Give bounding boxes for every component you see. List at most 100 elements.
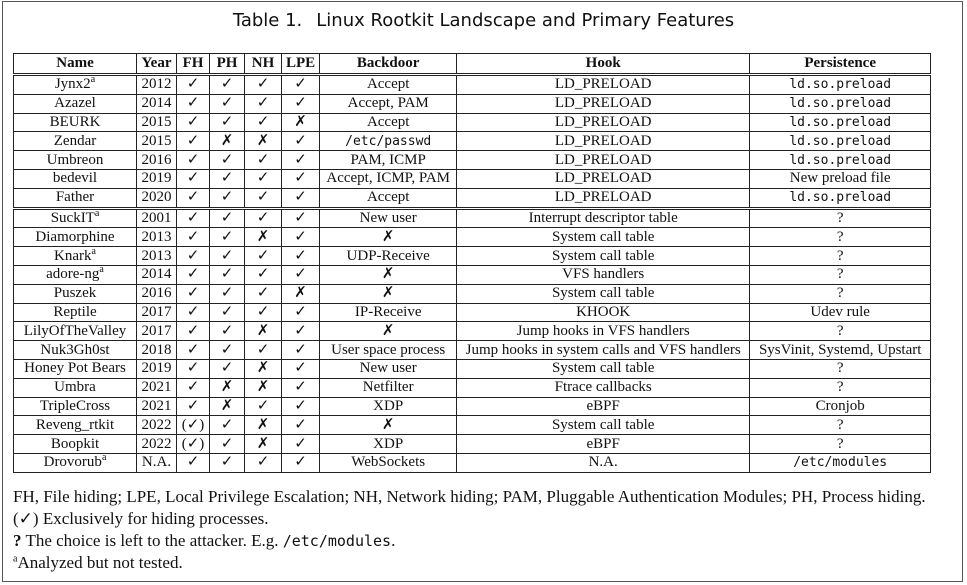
footnote-marker: a	[90, 74, 96, 86]
cell-persistence: New preload file	[749, 168, 932, 189]
table-row: Zendar 2015 ✓ ✗ ✗ ✓/etc/passwd LD_PRELOAD ld.so…	[13, 131, 932, 152]
table-row: Puszek 2016 ✓ ✓ ✓ ✗ ✗ System call table?	[13, 283, 932, 304]
cell-fh: ✓	[176, 112, 210, 133]
cell-hook: Jump hooks in VFS handlers	[456, 321, 751, 342]
cell-name: LilyOfTheValley	[13, 321, 137, 342]
cell-ph: ✓	[209, 283, 245, 304]
cell-fh: ✓	[176, 321, 210, 342]
cell-fh: ✓	[176, 187, 210, 209]
cell-fh: (✓)	[176, 434, 210, 454]
cell-backdoor: ✗	[319, 415, 458, 436]
cell-lpe: ✓	[280, 415, 321, 436]
cell-name: Honey Pot Bears	[13, 358, 137, 379]
table-row: Honey Pot Bears 2019 ✓ ✓ ✗ ✓ New user System ca…	[13, 358, 932, 379]
cell-ph: ✓	[209, 302, 245, 323]
cell-ph: ✓	[209, 93, 245, 114]
cell-ph: ✓	[209, 264, 245, 285]
cell-lpe: ✓	[280, 396, 321, 417]
col-fh: FH	[176, 53, 210, 75]
cell-backdoor: Accept	[319, 112, 458, 133]
cell-name: Drovoruba	[13, 453, 137, 473]
cell-backdoor: Accept, PAM	[319, 93, 458, 114]
cell-fh: ✓	[176, 93, 210, 114]
cell-ph: ✓	[209, 168, 245, 189]
footnote-marker: a	[99, 264, 104, 276]
cell-year: 2022	[136, 434, 177, 454]
col-persistence: Persistence	[749, 53, 932, 75]
cell-ph: ✓	[209, 452, 245, 473]
cell-persistence: ?	[749, 206, 932, 229]
caption-number: Table 1.	[232, 10, 303, 31]
cell-fh: ✓	[176, 246, 210, 266]
cell-name: Umbra	[13, 377, 137, 398]
cell-hook: VFS handlers	[456, 264, 751, 285]
cell-backdoor: UDP-Receive	[319, 246, 458, 266]
cell-name: Knarka	[13, 245, 137, 266]
note-parenthesized-check: (✓) Exclusively for hiding processes.	[13, 509, 269, 528]
footnote-marker: a	[91, 245, 96, 257]
cell-nh: ✗	[244, 131, 282, 152]
cell-ph: ✓	[209, 415, 245, 436]
table-row: Boopkit 2022 (✓) ✓ ✗ ✓ XDP eBPF?	[13, 434, 932, 454]
cell-hook: N.A.	[456, 452, 751, 473]
cell-lpe: ✗	[280, 112, 321, 133]
cell-backdoor: WebSockets	[319, 452, 458, 473]
col-hook: Hook	[456, 53, 751, 75]
cell-ph: ✓	[209, 434, 245, 454]
caption-title: Linux Rootkit Landscape and Primary Feat…	[316, 10, 735, 31]
cell-lpe: ✓	[280, 73, 321, 95]
cell-ph: ✓	[209, 227, 245, 248]
cell-fh: ✓	[176, 358, 210, 379]
cell-fh: ✓	[176, 283, 210, 304]
cell-backdoor: Netfilter	[319, 377, 458, 398]
cell-lpe: ✓	[280, 131, 321, 152]
cell-nh: ✓	[244, 340, 282, 360]
cell-ph: ✓	[209, 187, 245, 209]
cell-year: 2017	[136, 302, 177, 323]
cell-year: 2014	[136, 93, 177, 114]
cell-ph: ✓	[209, 340, 245, 360]
cell-name: Nuk3Gh0st	[13, 340, 137, 360]
cell-backdoor: Accept, ICMP, PAM	[319, 168, 458, 189]
cell-backdoor: ✗	[319, 321, 458, 342]
cell-hook: LD_PRELOAD	[456, 187, 751, 209]
table-row: Jynx2a 2012 ✓ ✓ ✓ ✓ Accept LD_PRELOAD ld.so.prel…	[13, 73, 932, 95]
cell-year: 2015	[136, 112, 177, 133]
cell-name: Azazel	[13, 93, 137, 114]
cell-ph: ✗	[209, 396, 245, 417]
cell-name: Reveng_rtkit	[13, 415, 137, 436]
cell-nh: ✗	[244, 434, 282, 454]
cell-nh: ✓	[244, 264, 282, 285]
cell-nh: ✗	[244, 321, 282, 342]
cell-fh: ✓	[176, 168, 210, 189]
cell-persistence: SysVinit, Systemd, Upstart	[749, 340, 932, 360]
table-row: Father 2020 ✓ ✓ ✓ ✓ Accept LD_PRELOAD ld.so.prel…	[13, 187, 932, 209]
cell-name: Puszek	[13, 283, 137, 304]
cell-year: 2019	[136, 168, 177, 189]
table-row: Knarka 2013 ✓ ✓ ✓ ✓ UDP-Receive System call tab…	[13, 245, 932, 266]
table-caption: Table 1. Linux Rootkit Landscape and Prim…	[0, 10, 967, 31]
cell-year: 2019	[136, 358, 177, 379]
cell-ph: ✓	[209, 358, 245, 379]
table-row: LilyOfTheValley 2017 ✓ ✓ ✗ ✓ ✗ Jump hooks in VF…	[13, 321, 932, 342]
cell-ph: ✓	[209, 112, 245, 133]
cell-hook: System call table	[456, 246, 751, 266]
col-year: Year	[136, 53, 177, 75]
cell-hook: System call table	[456, 415, 751, 436]
cell-lpe: ✓	[280, 452, 321, 473]
table-row: BEURK 2015 ✓ ✓ ✓ ✗ Accept LD_PRELOAD ld.so.prelo…	[13, 112, 932, 133]
table-row: Umbreon 2016 ✓ ✓ ✓ ✓ PAM, ICMP LD_PRELOAD ld.so.…	[13, 150, 932, 170]
cell-fh: ✓	[176, 150, 210, 170]
note-abbreviations: FH, File hiding; LPE, Local Privilege Es…	[13, 487, 926, 506]
cell-nh: ✓	[244, 283, 282, 304]
cell-year: 2016	[136, 150, 177, 170]
cell-persistence: ?	[749, 321, 932, 342]
cell-hook: KHOOK	[456, 302, 751, 323]
cell-lpe: ✓	[280, 321, 321, 342]
cell-persistence: ld.so.preload	[749, 93, 932, 114]
table-row: Nuk3Gh0st 2018 ✓ ✓ ✓ ✓ User space process Jump …	[13, 340, 932, 360]
cell-lpe: ✓	[280, 264, 321, 285]
table-row: Azazel 2014 ✓ ✓ ✓ ✓ Accept, PAM LD_PRELOAD ld.so…	[13, 93, 932, 114]
cell-nh: ✓	[244, 187, 282, 209]
footnote-marker: a	[94, 207, 100, 219]
